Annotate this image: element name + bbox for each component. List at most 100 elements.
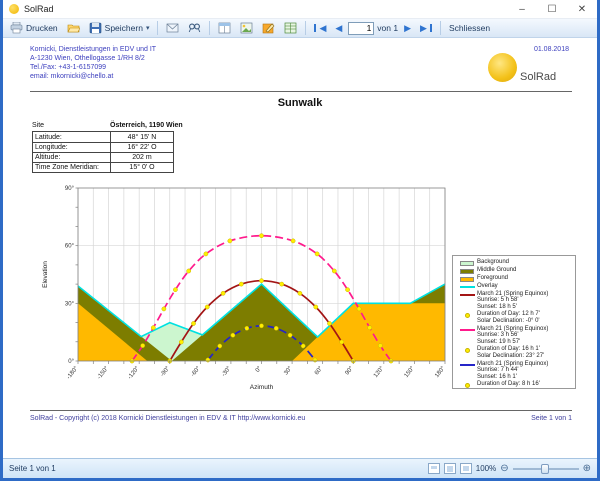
site-table: Site Österreich, 1190 Wien Latitude:48° … bbox=[32, 119, 174, 173]
next-page-button[interactable]: ▶ bbox=[401, 21, 414, 35]
two-page-view-icon[interactable] bbox=[444, 463, 456, 474]
site-header-label: Site bbox=[32, 122, 110, 129]
legend-middle-ground: Middle Ground bbox=[457, 267, 573, 274]
header-rule bbox=[30, 91, 572, 92]
sun-hour-marker bbox=[191, 321, 195, 325]
zoom-level: 100% bbox=[476, 464, 496, 473]
table-row: Latitude:48° 15' N bbox=[33, 132, 173, 142]
sun-hour-marker bbox=[332, 269, 336, 273]
sun-hour-marker bbox=[368, 326, 372, 330]
company-line: Tel./Fax: +43-1-6157099 bbox=[30, 63, 156, 72]
email-button[interactable] bbox=[163, 21, 182, 35]
y-tick-label: 60° bbox=[65, 244, 75, 250]
y-axis-title: Elevation bbox=[42, 261, 49, 288]
sun-hour-marker bbox=[315, 252, 319, 256]
report-page: Kornicki, Dienstleistungen in EDV und IT… bbox=[3, 39, 597, 454]
legend-series-1-markers: Duration of Day: 16 h 1'Solar Declinatio… bbox=[457, 346, 573, 359]
image-icon bbox=[240, 22, 253, 34]
save-dropdown-caret[interactable]: ▾ bbox=[146, 24, 150, 32]
edit-icon bbox=[262, 22, 275, 34]
site-row-value: 16° 22' O bbox=[111, 144, 173, 151]
export-button[interactable] bbox=[281, 21, 300, 35]
table-row: Longitude:16° 22' O bbox=[33, 142, 173, 152]
open-button[interactable] bbox=[64, 21, 83, 35]
toolbar-separator bbox=[305, 21, 306, 35]
maximize-button[interactable]: ☐ bbox=[537, 0, 567, 19]
zoom-out-icon[interactable]: ⊖ bbox=[500, 464, 508, 474]
sun-hour-marker bbox=[291, 239, 295, 243]
sun-hour-marker bbox=[259, 279, 263, 283]
toolbar-separator bbox=[209, 21, 210, 35]
x-tick-label: 120° bbox=[373, 365, 386, 379]
sun-hour-marker bbox=[151, 326, 155, 330]
image-button[interactable] bbox=[237, 21, 256, 35]
zoom-slider[interactable] bbox=[513, 468, 579, 470]
x-axis-title: Azimuth bbox=[250, 384, 274, 391]
footer-page-number: Seite 1 von 1 bbox=[531, 415, 572, 422]
sun-hour-marker bbox=[205, 305, 209, 309]
print-button[interactable]: Drucken bbox=[7, 21, 61, 35]
site-row-label: Altitude: bbox=[33, 153, 111, 162]
close-preview-button[interactable]: Schliessen bbox=[446, 22, 493, 34]
solrad-logo-icon bbox=[488, 53, 517, 82]
sun-hour-marker bbox=[231, 333, 235, 337]
close-button[interactable]: ✕ bbox=[567, 0, 597, 19]
minimize-button[interactable]: – bbox=[507, 0, 537, 19]
first-page-icon bbox=[314, 24, 316, 32]
search-icon bbox=[188, 22, 201, 34]
sun-hour-marker bbox=[162, 307, 166, 311]
last-page-icon: ▶ bbox=[420, 22, 427, 34]
site-row-label: Longitude: bbox=[33, 143, 111, 152]
company-line: A-1230 Wien, Othellogasse 1/RH 8/2 bbox=[30, 54, 156, 63]
save-label: Speichern bbox=[105, 23, 143, 33]
site-row-label: Time Zone Meridian: bbox=[33, 163, 111, 172]
sun-hour-marker bbox=[313, 358, 317, 362]
site-row-value: 48° 15' N bbox=[111, 134, 173, 141]
previous-page-icon: ◀ bbox=[335, 22, 342, 34]
print-label: Drucken bbox=[26, 23, 58, 33]
next-page-icon: ▶ bbox=[404, 22, 411, 34]
email-icon bbox=[166, 22, 179, 34]
single-page-view-icon[interactable] bbox=[428, 463, 440, 474]
logo-text: SolRad bbox=[520, 71, 556, 83]
status-bar: Seite 1 von 1 100% ⊖ ⊕ bbox=[3, 458, 597, 478]
zoom-slider-handle[interactable] bbox=[541, 464, 549, 474]
site-row-value: 202 m bbox=[111, 154, 173, 161]
edit-button[interactable] bbox=[259, 21, 278, 35]
sun-hour-marker bbox=[259, 234, 263, 238]
first-page-button[interactable]: ◀ bbox=[311, 21, 329, 35]
save-button[interactable]: Speichern ▾ bbox=[86, 21, 153, 35]
footer-copyright: SolRad - Copyright (c) 2018 Kornicki Die… bbox=[30, 415, 305, 422]
sun-hour-marker bbox=[301, 344, 305, 348]
table-row: Time Zone Meridian:15° 0' O bbox=[33, 162, 173, 172]
close-preview-label: Schliessen bbox=[449, 23, 490, 33]
legend-series-0: March 21 (Spring Equinox)Sunrise: 5 h 58… bbox=[457, 291, 573, 311]
page-number-input[interactable] bbox=[348, 22, 374, 35]
site-row-value: 15° 0' O bbox=[111, 164, 173, 171]
toolbar-separator bbox=[440, 21, 441, 35]
sun-hour-marker bbox=[314, 305, 318, 309]
site-row-label: Latitude: bbox=[33, 132, 111, 142]
legend-series-2-markers: Duration of Day: 8 h 16'Solar Declinatio… bbox=[457, 381, 573, 389]
last-page-button[interactable]: ▶ bbox=[417, 21, 435, 35]
x-tick-label: -90° bbox=[160, 365, 172, 378]
x-tick-label: -150° bbox=[97, 365, 111, 381]
sun-hour-marker bbox=[327, 321, 331, 325]
legend-series-0-markers: Duration of Day: 12 h 7'Solar Declinatio… bbox=[457, 311, 573, 324]
sun-hour-marker bbox=[206, 358, 210, 362]
site-header-value: Österreich, 1190 Wien bbox=[110, 122, 174, 129]
printer-icon bbox=[10, 22, 23, 34]
table-row: Altitude:202 m bbox=[33, 152, 173, 162]
previous-page-button[interactable]: ◀ bbox=[332, 21, 345, 35]
zoom-in-icon[interactable]: ⊕ bbox=[583, 464, 591, 474]
whole-page-view-icon[interactable] bbox=[460, 463, 472, 474]
sun-hour-marker bbox=[340, 340, 344, 344]
x-tick-label: 60° bbox=[314, 365, 325, 376]
x-tick-label: 30° bbox=[283, 365, 294, 376]
legend-overlay: Overlay bbox=[457, 283, 573, 290]
x-tick-label: -30° bbox=[221, 365, 233, 378]
layout-button[interactable] bbox=[215, 21, 234, 35]
y-tick-label: 90° bbox=[65, 186, 75, 192]
company-address: Kornicki, Dienstleistungen in EDV und IT… bbox=[30, 45, 156, 81]
find-button[interactable] bbox=[185, 21, 204, 35]
